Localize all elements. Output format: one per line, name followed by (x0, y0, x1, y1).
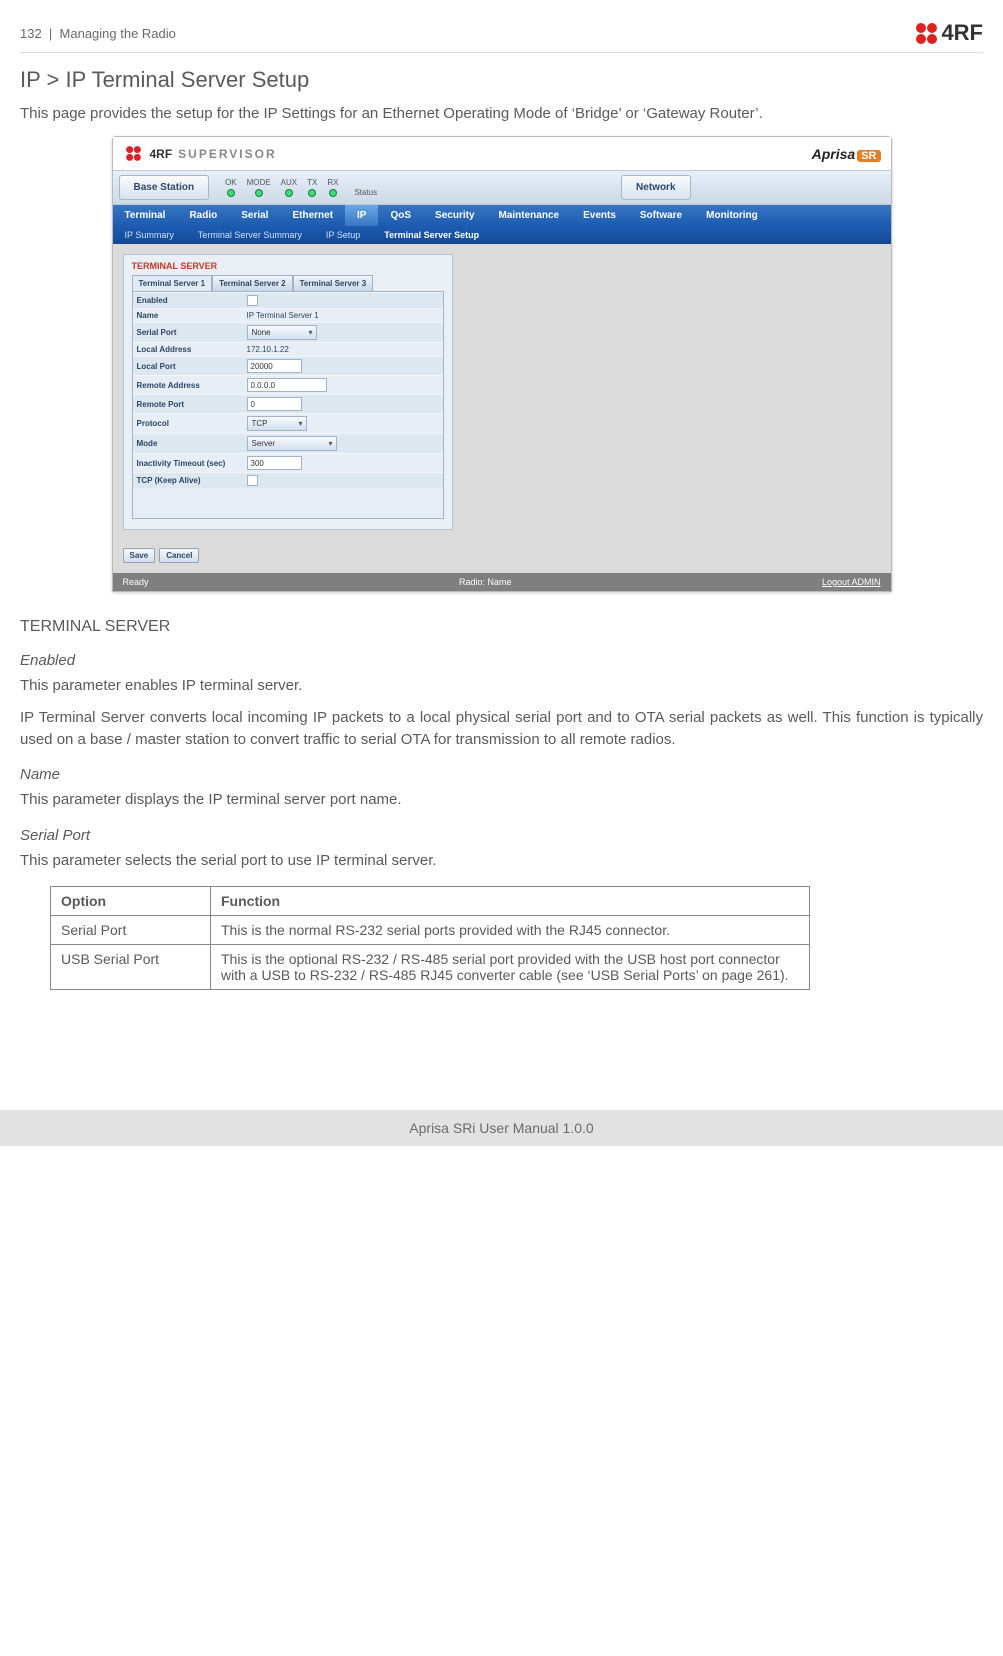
th-function: Function (211, 886, 810, 915)
brand-small: 4RF (150, 147, 173, 161)
primary-nav: Terminal Radio Serial Ethernet IP QoS Se… (113, 205, 891, 226)
page-number: 132 (20, 26, 42, 41)
tab-base-station[interactable]: Base Station (119, 175, 210, 200)
status-bar: Base Station OK MODE AUX TX RX Status Ne… (113, 170, 891, 205)
local-port-input[interactable] (247, 359, 302, 373)
screenshot-footer: Ready Radio: Name Logout ADMIN (113, 573, 891, 591)
th-option: Option (51, 886, 211, 915)
led-rx-icon (329, 189, 337, 197)
name-p: This parameter displays the IP terminal … (20, 789, 983, 811)
logout-link[interactable]: Logout ADMIN (822, 577, 881, 587)
remote-port-input[interactable] (247, 397, 302, 411)
remote-address-input[interactable] (247, 378, 327, 392)
save-button[interactable]: Save (123, 548, 156, 563)
brand-logo: 4RF (916, 20, 983, 46)
enabled-p2: IP Terminal Server converts local incomi… (20, 707, 983, 751)
led-ok-icon (227, 189, 235, 197)
keepalive-checkbox[interactable] (247, 475, 258, 486)
td-option: Serial Port (51, 915, 211, 944)
page-header: 132 | Managing the Radio 4RF (20, 20, 983, 53)
name-value: IP Terminal Server 1 (247, 311, 319, 320)
ts-tab-2[interactable]: Terminal Server 2 (212, 275, 293, 291)
nav1-terminal[interactable]: Terminal (113, 205, 178, 226)
led-mode-icon (255, 189, 263, 197)
section-title: Managing the Radio (60, 26, 176, 41)
nav1-security[interactable]: Security (423, 205, 486, 226)
nav2-ts-summary[interactable]: Terminal Server Summary (186, 226, 314, 244)
nav1-serial[interactable]: Serial (229, 205, 280, 226)
sub-name: Name (20, 766, 983, 783)
serial-port-select[interactable]: None (247, 325, 317, 340)
footer-radio: Radio: Name (459, 577, 512, 587)
terminal-server-panel: TERMINAL SERVER Terminal Server 1 Termin… (123, 254, 453, 530)
intro-paragraph: This page provides the setup for the IP … (20, 103, 983, 124)
header-left: 132 | Managing the Radio (20, 26, 176, 41)
supervisor-bar: 4RF SUPERVISOR AprisaSR (113, 137, 891, 170)
form-area: Enabled NameIP Terminal Server 1 Serial … (132, 291, 444, 519)
screenshot-body: TERMINAL SERVER Terminal Server 1 Termin… (113, 244, 891, 573)
aprisa-logo: AprisaSR (812, 146, 881, 162)
tab-network[interactable]: Network (621, 175, 690, 200)
sub-enabled: Enabled (20, 652, 983, 669)
td-function: This is the normal RS-232 serial ports p… (211, 915, 810, 944)
nav2-ts-setup[interactable]: Terminal Server Setup (372, 226, 491, 244)
nav1-radio[interactable]: Radio (177, 205, 229, 226)
table-row: Serial Port This is the normal RS-232 se… (51, 915, 810, 944)
cancel-button[interactable]: Cancel (159, 548, 199, 563)
page-title: IP > IP Terminal Server Setup (20, 67, 983, 93)
screenshot-panel: 4RF SUPERVISOR AprisaSR Base Station OK … (112, 136, 892, 592)
table-header-row: Option Function (51, 886, 810, 915)
sub-serial: Serial Port (20, 827, 983, 844)
section-terminal-server: TERMINAL SERVER (20, 618, 983, 636)
ts-tab-1[interactable]: Terminal Server 1 (132, 275, 213, 291)
nav1-events[interactable]: Events (571, 205, 628, 226)
nav1-monitoring[interactable]: Monitoring (694, 205, 770, 226)
serial-p: This parameter selects the serial port t… (20, 850, 983, 872)
nav1-software[interactable]: Software (628, 205, 694, 226)
clover-icon (126, 146, 141, 161)
led-tx-icon (308, 189, 316, 197)
nav1-qos[interactable]: QoS (378, 205, 423, 226)
options-table: Option Function Serial Port This is the … (50, 886, 810, 990)
local-address-value: 172.10.1.22 (247, 345, 289, 354)
td-function: This is the optional RS-232 / RS-485 ser… (211, 944, 810, 989)
ts-tabs: Terminal Server 1 Terminal Server 2 Term… (132, 275, 444, 291)
table-row: USB Serial Port This is the optional RS-… (51, 944, 810, 989)
status-label: Status (354, 188, 377, 197)
page-footer: Aprisa SRi User Manual 1.0.0 (0, 1110, 1003, 1146)
panel-title: TERMINAL SERVER (132, 261, 444, 271)
inactivity-input[interactable] (247, 456, 302, 470)
footer-ready: Ready (123, 577, 149, 587)
nav1-maintenance[interactable]: Maintenance (487, 205, 572, 226)
nav1-ip[interactable]: IP (345, 205, 378, 226)
clover-icon (916, 23, 937, 44)
supervisor-label: SUPERVISOR (178, 147, 276, 161)
nav2-ip-setup[interactable]: IP Setup (314, 226, 372, 244)
mode-select[interactable]: Server (247, 436, 337, 451)
nav2-ip-summary[interactable]: IP Summary (113, 226, 186, 244)
secondary-nav: IP Summary Terminal Server Summary IP Se… (113, 226, 891, 244)
led-aux-icon (285, 189, 293, 197)
brand-text: 4RF (941, 20, 983, 46)
protocol-select[interactable]: TCP (247, 416, 307, 431)
enabled-p1: This parameter enables IP terminal serve… (20, 675, 983, 697)
ts-tab-3[interactable]: Terminal Server 3 (293, 275, 374, 291)
td-option: USB Serial Port (51, 944, 211, 989)
enabled-checkbox[interactable] (247, 295, 258, 306)
nav1-ethernet[interactable]: Ethernet (280, 205, 345, 226)
led-row: OK MODE AUX TX RX Status (225, 178, 377, 197)
